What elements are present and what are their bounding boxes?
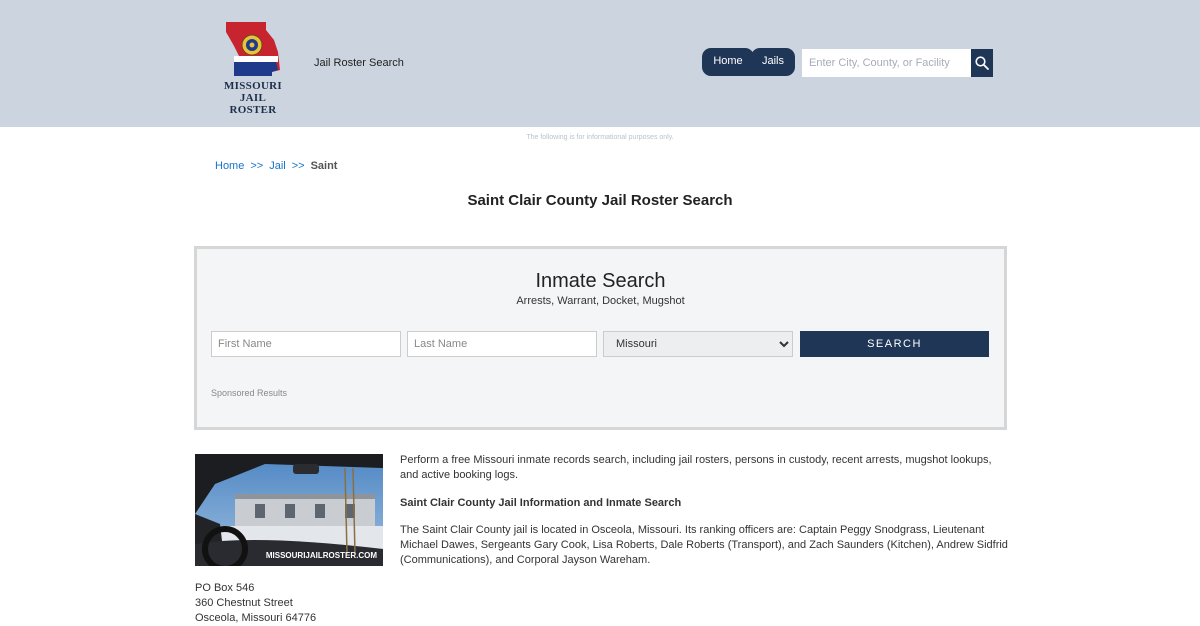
breadcrumb-separator: >> [291, 160, 305, 172]
address-line-3: Osceola, Missouri 64776 [195, 612, 317, 624]
search-icon [975, 56, 989, 70]
breadcrumb-home-link[interactable]: Home [215, 160, 244, 172]
nav-home-button[interactable]: Home [702, 48, 754, 76]
first-name-input[interactable] [211, 331, 401, 357]
nav-jails-button[interactable]: Jails [751, 48, 795, 76]
jail-photo: MISSOURIJAILROSTER.COM [195, 454, 383, 566]
inmate-search-panel: Inmate Search Arrests, Warrant, Docket, … [194, 246, 1007, 430]
sponsored-results-label: Sponsored Results [211, 388, 288, 398]
breadcrumb-separator: >> [250, 160, 264, 172]
address-line-2: 360 Chestnut Street [195, 597, 293, 609]
inmate-search-button[interactable]: SEARCH [800, 331, 989, 357]
site-name[interactable]: Jail Roster Search [314, 57, 404, 69]
jail-address: PO Box 546 360 Chestnut Street Osceola, … [195, 581, 316, 626]
inmate-search-title: Inmate Search [535, 270, 666, 292]
disclaimer-text: The following is for informational purpo… [526, 134, 674, 141]
breadcrumb-current: Saint [310, 160, 338, 172]
intro-paragraph: Perform a free Missouri inmate records s… [400, 454, 992, 481]
details-paragraph: The Saint Clair County jail is located i… [400, 524, 1008, 566]
breadcrumb-jail-link[interactable]: Jail [269, 160, 286, 172]
info-heading: Saint Clair County Jail Information and … [400, 497, 682, 509]
site-header: MISSOURI JAIL ROSTER Jail Roster Search … [0, 0, 1200, 127]
page-title: Saint Clair County Jail Roster Search [467, 192, 733, 209]
facility-search-button[interactable] [971, 49, 993, 77]
state-select[interactable]: Missouri [603, 331, 793, 357]
breadcrumb: Home >> Jail >> Saint [215, 160, 337, 172]
jail-photo-image: MISSOURIJAILROSTER.COM [195, 454, 383, 566]
facility-search-input[interactable] [802, 49, 972, 77]
address-line-1: PO Box 546 [195, 582, 255, 594]
logo-wordmark: MISSOURI JAIL ROSTER [223, 80, 283, 116]
last-name-input[interactable] [407, 331, 597, 357]
photo-watermark: MISSOURIJAILROSTER.COM [266, 551, 377, 560]
inmate-search-subtitle: Arrests, Warrant, Docket, Mugshot [516, 295, 685, 307]
